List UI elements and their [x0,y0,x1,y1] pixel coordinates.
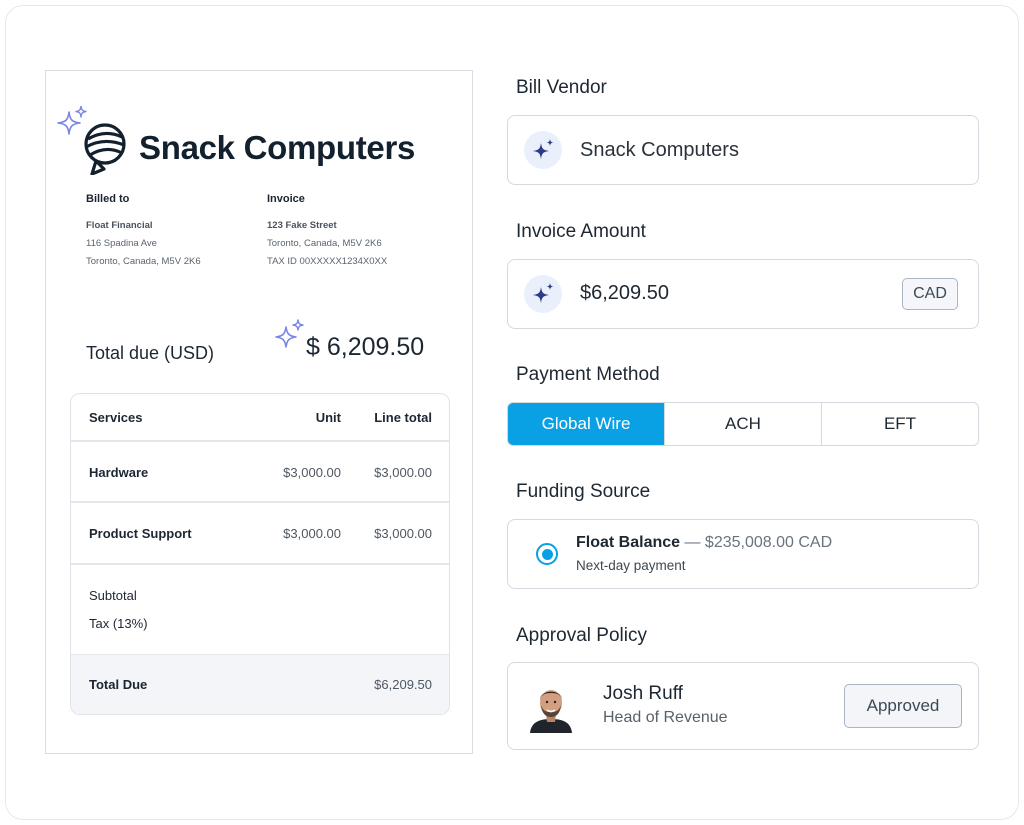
invoice-amount-field[interactable]: $6,209.50 CAD [507,259,979,329]
invoice-amount-value: $6,209.50 [580,282,669,304]
total-due-row: Total Due $6,209.50 [71,654,449,714]
billed-to-line2: Toronto, Canada, M5V 2K6 [86,256,201,267]
funding-source-name: Float Balance [576,534,681,551]
bill-vendor-field[interactable]: Snack Computers [507,115,979,185]
payment-option-ach[interactable]: ACH [664,403,821,445]
approver-name: Josh Ruff [603,683,683,704]
payment-method-toggle: Global Wire ACH EFT [507,402,979,446]
sparkle-icon [524,131,562,169]
snack-computers-logo-icon [84,123,126,175]
row-line-total: $3,000.00 [374,465,432,480]
radio-selected-dot [541,548,553,560]
invoice-amount-label: Invoice Amount [516,221,646,242]
radio-button[interactable] [536,543,558,565]
subtotal-label: Subtotal [89,588,137,603]
billed-to-line1: 116 Spadina Ave [86,238,157,249]
invoice-from-line1: Toronto, Canada, M5V 2K6 [267,238,382,249]
divider [71,563,449,565]
header-line-total: Line total [374,410,432,425]
funding-source-balance: — $235,008.00 CAD [680,534,833,551]
approval-policy-card: Josh Ruff Head of Revenue Approved [507,662,979,750]
header-services: Services [89,410,143,425]
funding-source-option[interactable]: Float Balance — $235,008.00 CAD Next-day… [507,519,979,589]
line-items-table: Services Unit Line total Hardware $3,000… [70,393,450,715]
bill-vendor-label: Bill Vendor [516,77,607,98]
funding-source-label: Funding Source [516,481,651,502]
funding-source-subtext: Next-day payment [576,558,686,573]
total-due-row-label: Total Due [89,677,148,692]
avatar [528,683,574,733]
invoice-from-line2: TAX ID 00XXXXX1234X0XX [267,256,388,267]
approver-role: Head of Revenue [603,709,728,726]
row-unit: $3,000.00 [283,526,341,541]
currency-selector[interactable]: CAD [902,278,958,310]
sparkle-icon [275,319,304,348]
row-service: Product Support [89,526,192,541]
bill-vendor-value: Snack Computers [580,139,739,161]
payment-method-label: Payment Method [516,364,660,385]
divider [71,440,449,442]
approval-policy-label: Approval Policy [516,625,647,646]
total-due-row-value: $6,209.50 [374,677,432,692]
approved-status-button[interactable]: Approved [844,684,962,728]
invoice-from-address: 123 Fake Street Toronto, Canada, M5V 2K6… [267,217,387,271]
funding-source-title: Float Balance — $235,008.00 CAD [576,534,832,552]
billed-to-name: Float Financial [86,220,153,231]
row-service: Hardware [89,465,149,480]
sparkle-icon [524,275,562,313]
invoice-document: Snack Computers Billed to Float Financia… [45,70,473,754]
invoice-from-name: 123 Fake Street [267,220,337,231]
vendor-brand-name: Snack Computers [139,129,416,166]
row-line-total: $3,000.00 [374,526,432,541]
tax-label: Tax (13%) [89,616,148,631]
payment-option-global-wire[interactable]: Global Wire [508,403,664,445]
billed-to-heading: Billed to [86,193,130,205]
invoice-from-heading: Invoice [267,193,305,205]
total-due-value: $ 6,209.50 [306,333,425,361]
payment-option-eft[interactable]: EFT [821,403,978,445]
total-due-label: Total due (USD) [86,343,215,363]
divider [71,501,449,503]
billed-to-address: Float Financial 116 Spadina Ave Toronto,… [86,217,201,271]
row-unit: $3,000.00 [283,465,341,480]
header-unit: Unit [315,410,341,425]
